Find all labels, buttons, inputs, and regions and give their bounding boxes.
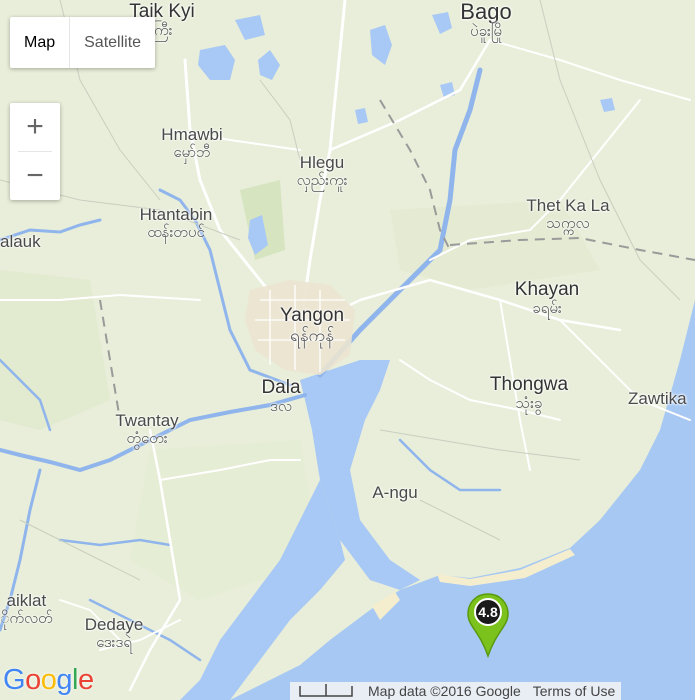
scale-bar (290, 682, 362, 700)
place-label-aiklat: aiklat ိုက်လတ် (0, 591, 53, 627)
logo-letter: o (25, 664, 41, 696)
place-label-twantay: Twantay တွံတေး (115, 411, 179, 447)
marker-label: 4.8 (478, 604, 498, 620)
google-logo[interactable]: Google (3, 664, 94, 697)
place-label-yangon: Yangon ရန်ကုန် (279, 305, 345, 345)
map-type-satellite-button[interactable]: Satellite (70, 17, 155, 68)
place-label-khayan: Khayan ခရမ်း (514, 279, 580, 317)
place-label-dala: Dala ဒလ (261, 377, 301, 415)
place-label-bago: Bago ပဲခူးမြို (460, 0, 512, 41)
map-data-attribution: Map data ©2016 Google (368, 683, 521, 699)
logo-letter: g (56, 664, 72, 696)
place-label-zawtika: Zawtika (628, 389, 687, 408)
place-label-htantabin: Htantabin ထန်းတပင် (139, 205, 213, 241)
logo-letter: G (3, 664, 26, 696)
map-type-control: Map Satellite (10, 17, 156, 68)
map-footer: Map data ©2016 Google Terms of Use (290, 682, 622, 700)
zoom-in-button[interactable]: + (10, 103, 60, 151)
place-label-alauk: alauk (0, 232, 41, 251)
place-label-hmawbi: Hmawbi မှော်ဘီ (161, 125, 223, 161)
place-label-thet-ka-la: Thet Ka La သက္ကလ (526, 196, 610, 232)
logo-letter: o (40, 664, 57, 696)
logo-letter: e (77, 664, 94, 696)
place-label-thongwa: Thongwa သုံးခွ (489, 374, 569, 412)
zoom-control: + − (10, 103, 60, 200)
zoom-out-button[interactable]: − (10, 152, 60, 200)
place-label-hlegu: Hlegu လှည်းကူး (296, 153, 348, 189)
place-label-a-ngu: A-ngu (372, 483, 418, 502)
place-label-dedaye: Dedaye ဒေးဒရဲ (84, 615, 144, 651)
map-type-map-button[interactable]: Map (10, 17, 71, 68)
terms-of-use-link[interactable]: Terms of Use (527, 682, 621, 700)
map-canvas[interactable] (0, 0, 695, 700)
map-pin-icon[interactable]: 4.8 (466, 592, 510, 658)
